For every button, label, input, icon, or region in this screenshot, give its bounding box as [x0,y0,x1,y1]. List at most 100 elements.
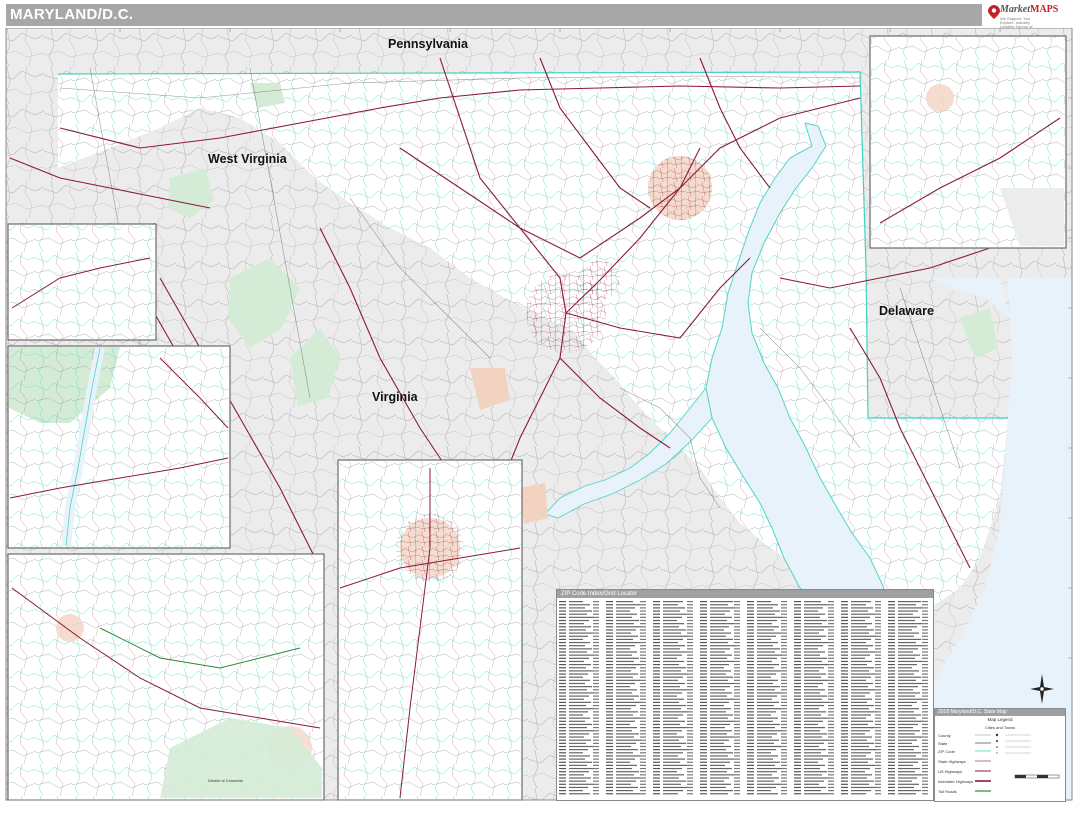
index-cell [875,623,881,625]
index-cell [653,664,660,666]
index-cell [747,786,754,789]
index-cell [875,783,881,785]
index-cell [663,604,678,606]
index-cell [616,604,640,606]
index-cell [922,607,928,609]
index-cell [606,619,613,622]
index-cell [569,717,590,719]
index-cell [734,771,740,773]
index-cell [781,645,787,647]
index-cell [804,783,819,785]
index-cell [593,654,599,656]
index-cell [663,711,688,713]
index-cell [781,790,787,792]
index-cell [700,793,707,795]
index-cell [700,673,707,675]
index-cell [687,626,693,628]
index-cell [640,749,646,751]
index-cell [875,698,881,700]
index-cell [569,771,589,773]
index-cell [828,648,834,650]
index-cell [640,604,646,606]
index-cell [794,745,801,748]
index-cell [828,752,834,754]
index-cell [569,626,591,628]
index-cell [747,679,754,681]
index-cell [734,610,740,612]
index-cell [687,676,693,678]
index-cell [757,761,780,763]
index-cell [851,676,871,678]
index-cell [687,711,693,713]
index-cell [559,790,566,792]
index-cell [747,682,754,685]
index-cell [875,708,881,710]
index-cell [841,758,848,760]
index-cell [710,758,735,760]
index-cell [828,689,834,691]
index-cell [569,673,588,675]
index-cell [828,783,834,785]
index-cell [700,733,707,735]
index-cell [757,654,782,656]
index-cell [757,749,776,751]
index-cell [687,758,693,760]
index-cell [559,752,566,754]
index-cell [757,679,778,681]
index-cell [640,764,646,766]
index-cell [794,626,801,628]
index-cell [757,616,782,618]
index-cell [616,708,631,710]
index-cell [593,727,599,729]
index-cell [757,651,775,653]
index-cell [851,664,867,666]
index-cell [794,695,801,697]
index-cell [888,695,895,697]
index-cell [710,761,730,763]
index-cell [710,657,727,659]
index-cell [700,758,707,760]
index-cell [734,790,740,792]
index-cell [593,689,599,691]
index-cell [757,686,780,688]
index-cell [687,638,693,640]
index-cell [922,648,928,650]
index-cell [851,704,874,707]
index-cell [781,670,787,672]
index-cell [734,657,740,659]
index-cell [700,613,707,615]
index-cell [700,755,707,757]
index-cell [922,610,928,612]
index-cell [875,711,881,713]
index-cell [700,632,707,634]
index-cell [700,777,707,779]
index-cell [851,645,873,647]
index-cell [653,742,660,744]
index-cell [653,698,660,700]
index-cell [922,645,928,647]
index-cell [794,708,801,710]
index-cell [898,714,921,716]
index-cell [606,629,613,631]
index-cell [710,708,731,710]
index-cell [757,607,773,609]
index-cell [851,682,873,685]
index-cell [663,720,685,722]
index-cell [700,682,707,685]
index-cell [898,786,914,789]
index-cell [559,635,566,637]
index-cell [841,632,848,634]
index-cell [640,645,646,647]
index-cell [653,717,660,719]
index-cell [687,752,693,754]
index-cell [663,626,679,628]
index-cell [875,645,881,647]
index-cell [734,619,740,622]
index-cell [653,739,660,741]
index-cell [757,641,778,644]
index-cell [747,714,754,716]
index-cell [841,704,848,707]
index-cell [781,635,787,637]
index-cell [640,686,646,688]
index-cell [593,629,599,631]
